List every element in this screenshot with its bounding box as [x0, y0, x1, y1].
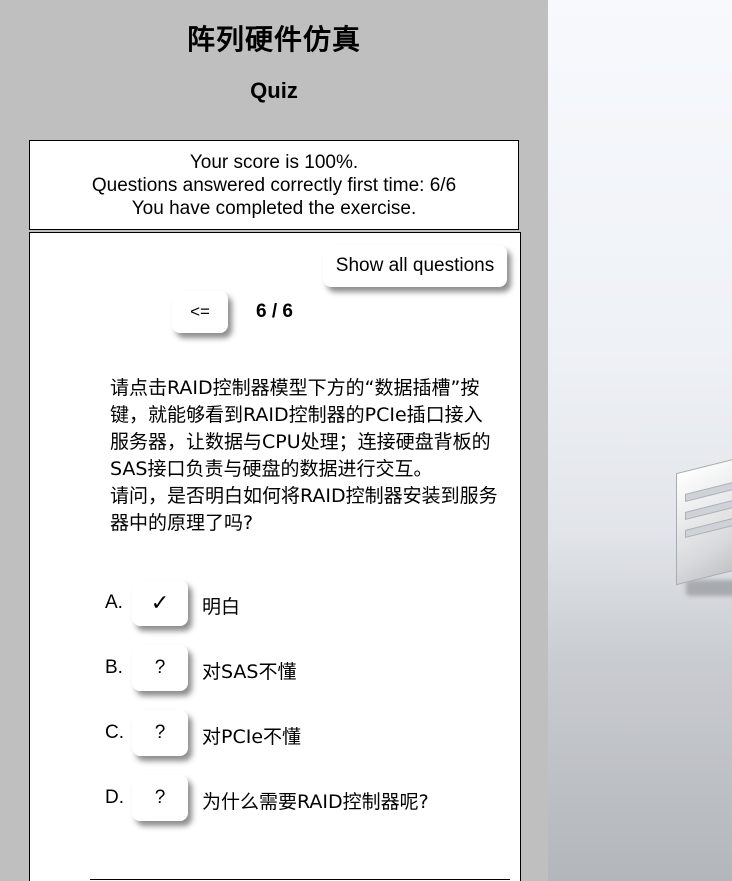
question-paragraph: 请问，是否明白如何将RAID控制器安装到服务器中的原理了吗? [110, 485, 498, 534]
question-counter: 6 / 6 [256, 301, 293, 322]
raid-controller-model[interactable] [676, 452, 732, 586]
option-check-button[interactable]: ? [132, 645, 188, 691]
show-all-questions-button[interactable]: Show all questions [323, 245, 507, 287]
answer-option-b: B. ? 对SAS不懂 [105, 645, 485, 691]
answer-option-d: D. ? 为什么需要RAID控制器呢? [105, 775, 485, 821]
answer-option-a: A. ✓ 明白 [105, 580, 485, 626]
option-check-button[interactable]: ? [132, 775, 188, 821]
divider [90, 879, 510, 880]
model-shadow [686, 580, 732, 596]
model-slot [685, 478, 732, 502]
option-letter: B. [105, 657, 123, 678]
option-check-button[interactable]: ✓ [132, 580, 188, 626]
answer-option-c: C. ? 对PCIe不懂 [105, 710, 485, 756]
score-percentage: Your score is 100%. [189, 152, 359, 173]
question-paragraph: 请点击RAID控制器模型下方的“数据插槽”按键，就能够看到RAID控制器的PCI… [110, 377, 491, 480]
option-text: 为什么需要RAID控制器呢? [202, 791, 429, 813]
3d-viewport[interactable] [548, 0, 732, 881]
option-text: 对PCIe不懂 [202, 726, 302, 748]
score-summary: Your score is 100%. Questions answered c… [29, 140, 519, 230]
option-check-button[interactable]: ? [132, 710, 188, 756]
previous-question-button[interactable]: <= [172, 291, 228, 333]
quiz-sidebar: 阵列硬件仿真 Quiz Your score is 100%. Question… [0, 0, 548, 881]
question-panel: Show all questions <= 6 / 6 请点击RAID控制器模型… [29, 232, 521, 881]
option-text: 明白 [202, 596, 241, 618]
option-letter: A. [105, 592, 123, 613]
completion-message: You have completed the exercise. [131, 198, 417, 219]
question-prompt: 请点击RAID控制器模型下方的“数据插槽”按键，就能够看到RAID控制器的PCI… [110, 375, 500, 537]
app-title: 阵列硬件仿真 [186, 23, 361, 56]
quiz-title: Quiz [250, 78, 298, 103]
option-letter: D. [105, 787, 124, 808]
first-time-correct: Questions answered correctly first time:… [91, 175, 457, 196]
option-letter: C. [105, 722, 124, 743]
option-text: 对SAS不懂 [202, 661, 297, 683]
